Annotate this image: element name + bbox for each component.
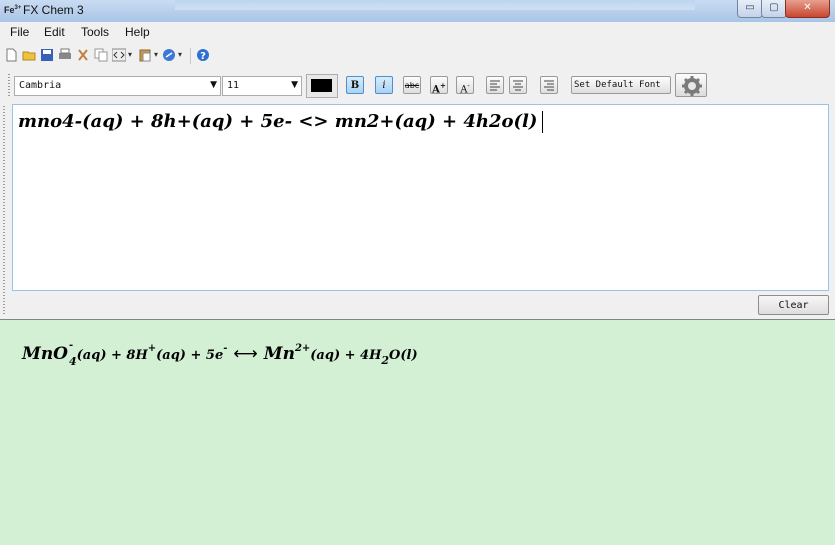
code-icon[interactable] (111, 48, 127, 62)
copy-icon[interactable] (94, 48, 108, 62)
set-default-font-button[interactable]: Set Default Font (571, 76, 671, 94)
chevron-down-icon[interactable]: ▾ (178, 50, 182, 59)
format-toolbar: Cambria ▼ 11 ▼ B i abc A+ A- Set Default… (0, 70, 835, 102)
font-size-value: 11 (227, 80, 240, 91)
formula-input-editor[interactable]: mno4-(aq) + 8h+(aq) + 5e- <> mn2+(aq) + … (12, 104, 829, 291)
menu-edit[interactable]: Edit (44, 25, 65, 39)
chevron-down-icon[interactable]: ▾ (154, 50, 158, 59)
maximize-button[interactable]: ▢ (761, 0, 787, 18)
chevron-down-icon: ▼ (291, 80, 298, 90)
title-bar[interactable]: Fe3+ FX Chem 3 ▭ ▢ ✕ (0, 0, 835, 23)
menu-file[interactable]: File (10, 25, 29, 39)
window-title: FX Chem 3 (23, 3, 84, 17)
chevron-down-icon[interactable]: ▾ (128, 50, 132, 59)
paste-icon[interactable] (138, 48, 152, 62)
text-caret (542, 111, 544, 133)
align-left-button[interactable] (486, 76, 504, 94)
menu-tools[interactable]: Tools (81, 25, 109, 39)
formula-input-text[interactable]: mno4-(aq) + 8h+(aq) + 5e- <> mn2+(aq) + … (18, 111, 544, 133)
open-folder-icon[interactable] (22, 48, 36, 62)
subsup: -4 (69, 340, 77, 368)
new-document-icon[interactable] (4, 48, 18, 62)
svg-text:?: ? (200, 51, 206, 62)
chevron-down-icon: ▼ (210, 80, 217, 90)
toolbar-separator (190, 48, 191, 64)
main-toolbar: ▾ ▾ ▾ ? (0, 44, 835, 68)
help-icon[interactable]: ? (196, 48, 210, 62)
shrink-font-button[interactable]: A- (456, 76, 474, 95)
font-size-combobox[interactable]: 11 ▼ (222, 76, 302, 96)
minimize-button[interactable]: ▭ (737, 0, 763, 18)
align-right-button[interactable] (540, 76, 558, 94)
font-color-button[interactable] (306, 74, 338, 98)
menu-help[interactable]: Help (125, 25, 150, 39)
align-center-button[interactable] (509, 76, 527, 94)
clear-button[interactable]: Clear (758, 295, 829, 315)
save-icon[interactable] (40, 48, 54, 62)
settings-button[interactable] (675, 73, 707, 97)
font-name-value: Cambria (19, 80, 62, 91)
print-icon[interactable] (58, 48, 72, 62)
font-name-combobox[interactable]: Cambria ▼ (14, 76, 221, 96)
gear-icon (682, 76, 702, 96)
grow-font-button[interactable]: A+ (430, 76, 448, 95)
toolbar-grip[interactable] (8, 74, 10, 98)
strikethrough-button[interactable]: abc (403, 76, 421, 94)
equilibrium-arrow-icon: ⟷ (233, 344, 258, 364)
color-swatch (311, 79, 332, 92)
bold-button[interactable]: B (346, 76, 364, 94)
cut-icon[interactable] (76, 48, 90, 62)
link-icon[interactable] (162, 48, 176, 62)
title-bar-glow (175, 0, 695, 10)
rendered-equation: MnO -4 (aq) + 8H+(aq) + 5e- ⟷ Mn2+(aq) + 4H2… (22, 340, 418, 368)
splitter-grip[interactable] (3, 106, 5, 316)
equation-output-panel: MnO -4 (aq) + 8H+(aq) + 5e- ⟷ Mn2+(aq) + 4H2… (0, 319, 835, 545)
close-button[interactable]: ✕ (785, 0, 830, 18)
menu-bar: File Edit Tools Help (0, 22, 835, 42)
italic-button[interactable]: i (375, 76, 393, 94)
app-icon: Fe3+ (4, 5, 22, 15)
